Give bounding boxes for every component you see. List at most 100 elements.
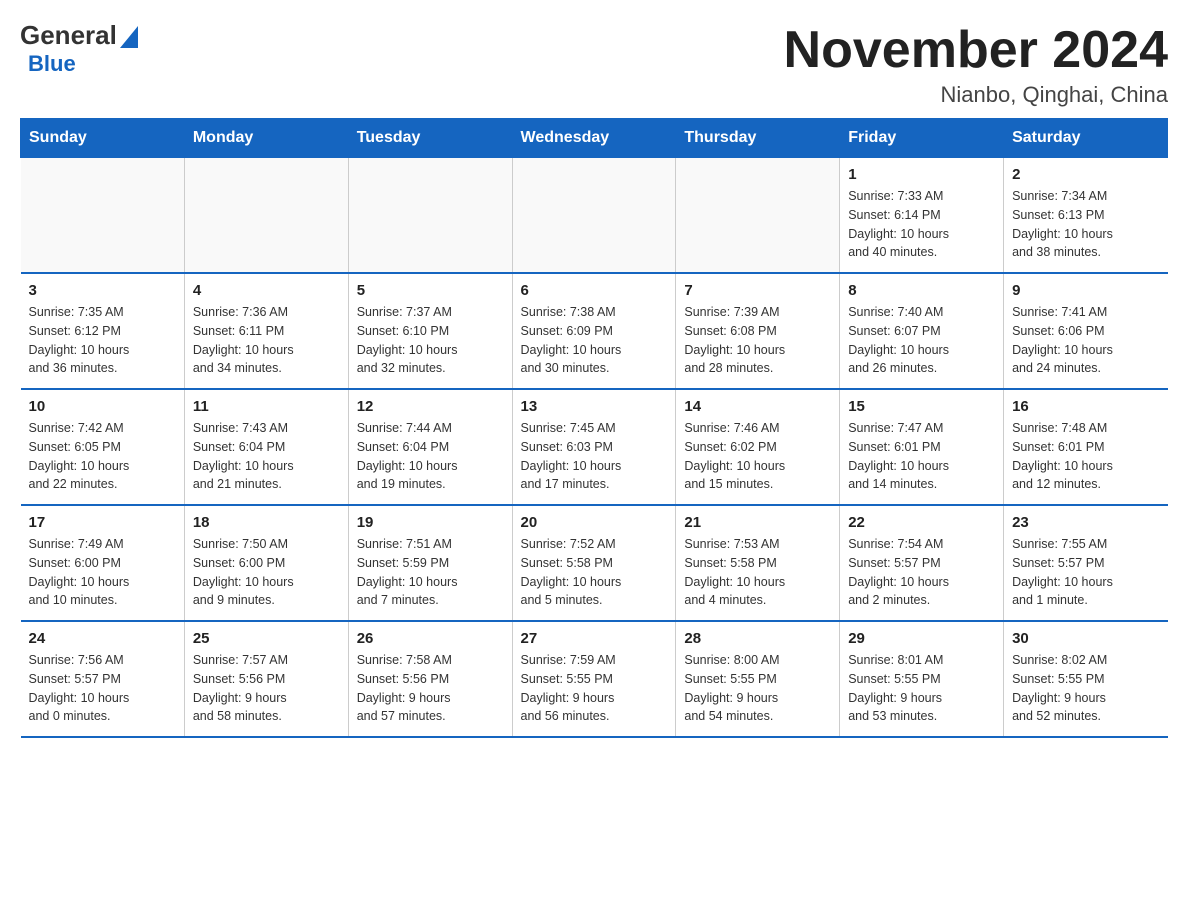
day-number: 23 xyxy=(1012,514,1159,531)
day-number: 13 xyxy=(521,398,668,415)
calendar-cell: 16 Sunrise: 7:48 AMSunset: 6:01 PMDayligh… xyxy=(1004,389,1168,505)
title-section: November 2024 Nianbo, Qinghai, China xyxy=(784,20,1168,108)
calendar-cell: 4 Sunrise: 7:36 AMSunset: 6:11 PMDaylight… xyxy=(184,273,348,389)
day-number: 8 xyxy=(848,282,995,299)
calendar-cell: 21Sunrise: 7:53 AMSunset: 5:58 PMDayligh… xyxy=(676,505,840,621)
day-info: Sunrise: 7:59 AMSunset: 5:55 PMDaylight:… xyxy=(521,651,668,726)
day-number: 5 xyxy=(357,282,504,299)
calendar-week-row: 17 Sunrise: 7:49 AMSunset: 6:00 PMDayligh… xyxy=(21,505,1168,621)
logo: General Blue xyxy=(20,20,138,77)
calendar-week-row: 3 Sunrise: 7:35 AMSunset: 6:12 PMDaylight… xyxy=(21,273,1168,389)
calendar-cell: 13 Sunrise: 7:45 AMSunset: 6:03 PMDayligh… xyxy=(512,389,676,505)
day-header-saturday: Saturday xyxy=(1004,119,1168,158)
day-number: 20 xyxy=(521,514,668,531)
calendar-cell: 29 Sunrise: 8:01 AMSunset: 5:55 PMDayligh… xyxy=(840,621,1004,737)
day-number: 17 xyxy=(29,514,176,531)
day-info: Sunrise: 7:55 AMSunset: 5:57 PMDaylight:… xyxy=(1012,535,1159,610)
day-info: Sunrise: 7:57 AMSunset: 5:56 PMDaylight:… xyxy=(193,651,340,726)
day-number: 24 xyxy=(29,630,176,647)
day-number: 4 xyxy=(193,282,340,299)
day-number: 7 xyxy=(684,282,831,299)
day-header-sunday: Sunday xyxy=(21,119,185,158)
calendar-cell: 17 Sunrise: 7:49 AMSunset: 6:00 PMDayligh… xyxy=(21,505,185,621)
day-number: 3 xyxy=(29,282,176,299)
day-info: Sunrise: 7:51 AMSunset: 5:59 PMDaylight:… xyxy=(357,535,504,610)
day-number: 25 xyxy=(193,630,340,647)
calendar-cell: 20 Sunrise: 7:52 AMSunset: 5:58 PMDayligh… xyxy=(512,505,676,621)
calendar-cell: 3 Sunrise: 7:35 AMSunset: 6:12 PMDaylight… xyxy=(21,273,185,389)
day-number: 27 xyxy=(521,630,668,647)
calendar-cell xyxy=(21,158,185,274)
calendar-week-row: 10Sunrise: 7:42 AMSunset: 6:05 PMDayligh… xyxy=(21,389,1168,505)
day-number: 9 xyxy=(1012,282,1159,299)
calendar-cell: 2Sunrise: 7:34 AMSunset: 6:13 PMDaylight… xyxy=(1004,158,1168,274)
day-info: Sunrise: 7:37 AMSunset: 6:10 PMDaylight:… xyxy=(357,303,504,378)
location-text: Nianbo, Qinghai, China xyxy=(784,82,1168,108)
calendar-cell: 19 Sunrise: 7:51 AMSunset: 5:59 PMDayligh… xyxy=(348,505,512,621)
calendar-cell: 5 Sunrise: 7:37 AMSunset: 6:10 PMDaylight… xyxy=(348,273,512,389)
calendar-cell: 15 Sunrise: 7:47 AMSunset: 6:01 PMDayligh… xyxy=(840,389,1004,505)
day-number: 15 xyxy=(848,398,995,415)
day-info: Sunrise: 7:49 AMSunset: 6:00 PMDaylight:… xyxy=(29,535,176,610)
day-number: 12 xyxy=(357,398,504,415)
day-header-wednesday: Wednesday xyxy=(512,119,676,158)
day-info: Sunrise: 7:54 AMSunset: 5:57 PMDaylight:… xyxy=(848,535,995,610)
calendar-cell: 11 Sunrise: 7:43 AMSunset: 6:04 PMDayligh… xyxy=(184,389,348,505)
day-number: 19 xyxy=(357,514,504,531)
calendar-cell: 14Sunrise: 7:46 AMSunset: 6:02 PMDayligh… xyxy=(676,389,840,505)
day-header-thursday: Thursday xyxy=(676,119,840,158)
calendar-cell: 7 Sunrise: 7:39 AMSunset: 6:08 PMDaylight… xyxy=(676,273,840,389)
calendar-week-row: 1Sunrise: 7:33 AMSunset: 6:14 PMDaylight… xyxy=(21,158,1168,274)
day-number: 11 xyxy=(193,398,340,415)
day-number: 6 xyxy=(521,282,668,299)
day-header-monday: Monday xyxy=(184,119,348,158)
day-info: Sunrise: 7:48 AMSunset: 6:01 PMDaylight:… xyxy=(1012,419,1159,494)
day-number: 18 xyxy=(193,514,340,531)
calendar-cell xyxy=(348,158,512,274)
calendar-cell: 1Sunrise: 7:33 AMSunset: 6:14 PMDaylight… xyxy=(840,158,1004,274)
day-number: 30 xyxy=(1012,630,1159,647)
day-info: Sunrise: 7:53 AMSunset: 5:58 PMDaylight:… xyxy=(684,535,831,610)
day-number: 14 xyxy=(684,398,831,415)
calendar-cell: 23 Sunrise: 7:55 AMSunset: 5:57 PMDayligh… xyxy=(1004,505,1168,621)
day-info: Sunrise: 7:56 AMSunset: 5:57 PMDaylight:… xyxy=(29,651,176,726)
day-info: Sunrise: 7:42 AMSunset: 6:05 PMDaylight:… xyxy=(29,419,176,494)
day-info: Sunrise: 7:43 AMSunset: 6:04 PMDaylight:… xyxy=(193,419,340,494)
logo-general-text: General xyxy=(20,20,117,51)
calendar-cell: 10Sunrise: 7:42 AMSunset: 6:05 PMDayligh… xyxy=(21,389,185,505)
day-number: 2 xyxy=(1012,166,1159,183)
day-info: Sunrise: 7:44 AMSunset: 6:04 PMDaylight:… xyxy=(357,419,504,494)
calendar-cell: 26Sunrise: 7:58 AMSunset: 5:56 PMDayligh… xyxy=(348,621,512,737)
day-info: Sunrise: 7:52 AMSunset: 5:58 PMDaylight:… xyxy=(521,535,668,610)
day-info: Sunrise: 7:36 AMSunset: 6:11 PMDaylight:… xyxy=(193,303,340,378)
calendar-cell: 28Sunrise: 8:00 AMSunset: 5:55 PMDayligh… xyxy=(676,621,840,737)
day-info: Sunrise: 8:01 AMSunset: 5:55 PMDaylight:… xyxy=(848,651,995,726)
day-number: 16 xyxy=(1012,398,1159,415)
logo-triangle-icon xyxy=(120,26,138,48)
day-number: 28 xyxy=(684,630,831,647)
calendar-cell xyxy=(184,158,348,274)
day-info: Sunrise: 7:47 AMSunset: 6:01 PMDaylight:… xyxy=(848,419,995,494)
day-number: 29 xyxy=(848,630,995,647)
calendar-week-row: 24 Sunrise: 7:56 AMSunset: 5:57 PMDayligh… xyxy=(21,621,1168,737)
calendar-header-row: SundayMondayTuesdayWednesdayThursdayFrid… xyxy=(21,119,1168,158)
page-header: General Blue November 2024 Nianbo, Qingh… xyxy=(20,20,1168,108)
day-number: 22 xyxy=(848,514,995,531)
calendar-cell xyxy=(676,158,840,274)
day-info: Sunrise: 7:38 AMSunset: 6:09 PMDaylight:… xyxy=(521,303,668,378)
calendar-cell: 9Sunrise: 7:41 AMSunset: 6:06 PMDaylight… xyxy=(1004,273,1168,389)
day-header-tuesday: Tuesday xyxy=(348,119,512,158)
calendar-cell: 27 Sunrise: 7:59 AMSunset: 5:55 PMDayligh… xyxy=(512,621,676,737)
day-info: Sunrise: 7:45 AMSunset: 6:03 PMDaylight:… xyxy=(521,419,668,494)
calendar-cell: 8 Sunrise: 7:40 AMSunset: 6:07 PMDaylight… xyxy=(840,273,1004,389)
day-info: Sunrise: 7:35 AMSunset: 6:12 PMDaylight:… xyxy=(29,303,176,378)
calendar-cell: 18 Sunrise: 7:50 AMSunset: 6:00 PMDayligh… xyxy=(184,505,348,621)
calendar-cell xyxy=(512,158,676,274)
calendar-table: SundayMondayTuesdayWednesdayThursdayFrid… xyxy=(20,118,1168,738)
day-info: Sunrise: 7:50 AMSunset: 6:00 PMDaylight:… xyxy=(193,535,340,610)
day-info: Sunrise: 7:40 AMSunset: 6:07 PMDaylight:… xyxy=(848,303,995,378)
day-info: Sunrise: 7:39 AMSunset: 6:08 PMDaylight:… xyxy=(684,303,831,378)
calendar-cell: 12 Sunrise: 7:44 AMSunset: 6:04 PMDayligh… xyxy=(348,389,512,505)
day-number: 26 xyxy=(357,630,504,647)
logo-blue-text: Blue xyxy=(28,51,76,76)
